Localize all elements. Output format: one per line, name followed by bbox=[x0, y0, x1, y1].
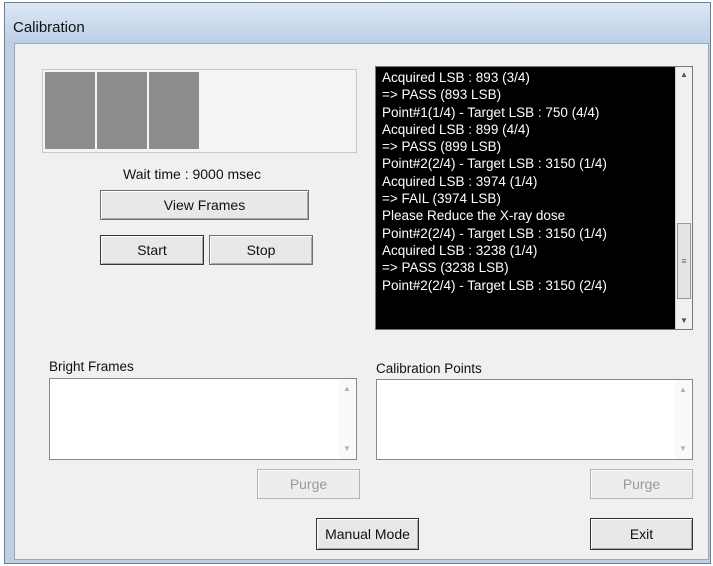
calibration-window: Calibration Wait time : 9000 msec View F… bbox=[4, 2, 711, 564]
down-arrow-icon[interactable]: ▼ bbox=[675, 441, 691, 457]
log-line: Acquired LSB : 893 (3/4) bbox=[382, 70, 530, 85]
frame-thumbnail bbox=[45, 72, 95, 149]
scroll-thumb[interactable]: ≡ bbox=[677, 223, 691, 299]
frame-thumbnail bbox=[97, 72, 147, 149]
log-line: => PASS (893 LSB) bbox=[382, 87, 502, 103]
calibration-points-scrollbar[interactable]: ▲ ▼ bbox=[675, 380, 692, 459]
up-arrow-icon[interactable]: ▲ bbox=[339, 381, 355, 397]
frame-thumbnail bbox=[149, 72, 199, 149]
log-line: => PASS (899 LSB) bbox=[382, 139, 502, 155]
log-line: Point#1(1/4) - Target LSB : 750 (4/4) bbox=[382, 104, 600, 120]
log-line: => FAIL (3974 LSB) bbox=[382, 191, 501, 207]
down-arrow-icon[interactable]: ▼ bbox=[676, 313, 692, 329]
calibration-points-purge-button[interactable]: Purge bbox=[590, 469, 693, 499]
start-button[interactable]: Start bbox=[100, 235, 204, 265]
bright-frames-list[interactable]: ▲ ▼ bbox=[49, 378, 357, 460]
stop-button[interactable]: Stop bbox=[209, 235, 313, 265]
bright-frames-scrollbar[interactable]: ▲ ▼ bbox=[339, 379, 356, 459]
log-line: Point#2(2/4) - Target LSB : 3150 (1/4) bbox=[382, 156, 607, 172]
down-arrow-icon[interactable]: ▼ bbox=[339, 441, 355, 457]
log-line: => PASS (3238 LSB) bbox=[382, 260, 509, 276]
exit-button[interactable]: Exit bbox=[590, 518, 693, 550]
frame-preview bbox=[42, 69, 357, 153]
log-line: Acquired LSB : 3238 (1/4) bbox=[382, 242, 538, 258]
bright-frames-purge-button[interactable]: Purge bbox=[257, 469, 360, 499]
calibration-points-label: Calibration Points bbox=[376, 361, 482, 376]
log-line: Point#2(2/4) - Target LSB : 3150 (1/4) bbox=[382, 225, 607, 241]
up-arrow-icon[interactable]: ▲ bbox=[675, 382, 691, 398]
scroll-grip-icon: ≡ bbox=[681, 256, 687, 266]
up-arrow-icon[interactable]: ▲ bbox=[676, 67, 692, 83]
log-lines: Acquired LSB : 893 (3/4) => PASS (893 LS… bbox=[382, 69, 672, 294]
log-line: Please Reduce the X-ray dose bbox=[382, 208, 566, 224]
dialog-body: Wait time : 9000 msec View Frames Start … bbox=[14, 43, 709, 560]
calibration-log[interactable]: Acquired LSB : 893 (3/4) => PASS (893 LS… bbox=[375, 66, 693, 330]
calibration-points-list[interactable]: ▲ ▼ bbox=[376, 379, 693, 460]
window-title: Calibration bbox=[13, 19, 85, 36]
manual-mode-button[interactable]: Manual Mode bbox=[316, 518, 419, 550]
log-line: Acquired LSB : 899 (4/4) bbox=[382, 121, 530, 137]
bright-frames-label: Bright Frames bbox=[49, 359, 134, 374]
wait-time-label: Wait time : 9000 msec bbox=[123, 166, 261, 182]
log-scrollbar[interactable]: ▲ ≡ ▼ bbox=[675, 67, 692, 329]
title-bar[interactable]: Calibration bbox=[5, 3, 710, 43]
view-frames-button[interactable]: View Frames bbox=[100, 190, 309, 220]
log-line: Acquired LSB : 3974 (1/4) bbox=[382, 173, 538, 189]
log-line: Point#2(2/4) - Target LSB : 3150 (2/4) bbox=[382, 277, 607, 293]
